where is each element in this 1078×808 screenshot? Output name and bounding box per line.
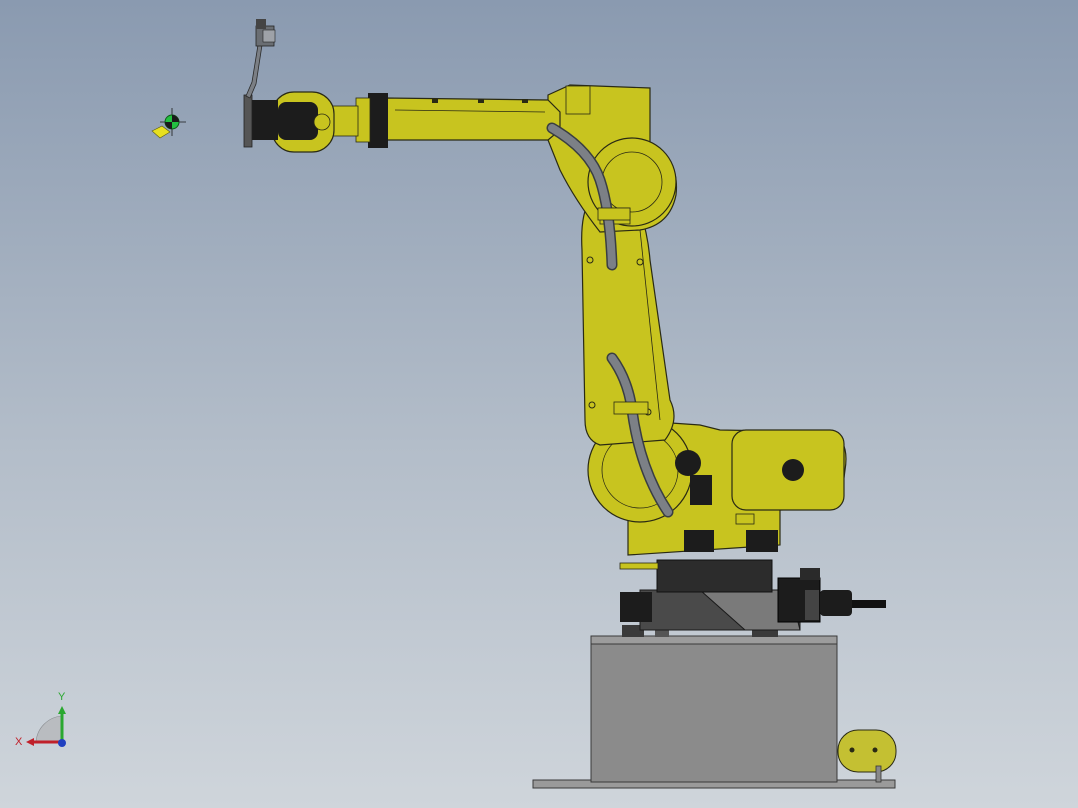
pedestal-block	[590, 639, 838, 783]
pedestal[interactable]	[532, 625, 896, 789]
turret-plate	[619, 562, 659, 570]
turret-label-plate	[735, 513, 755, 525]
cable-clamp-2	[613, 401, 649, 415]
tank-bolt-2	[872, 747, 878, 753]
forearm-vent-1	[432, 99, 438, 103]
cable-clamp-1	[597, 207, 631, 221]
j1-motor-cap	[805, 590, 819, 620]
j1-connector-plug	[852, 600, 886, 608]
origin-marker-icon[interactable]	[151, 108, 186, 139]
triad-y-arrow	[58, 706, 66, 714]
j2-hub	[675, 450, 701, 476]
j4-collar	[368, 93, 388, 148]
air-tank[interactable]	[837, 729, 897, 783]
triad-x-label: X	[15, 736, 23, 748]
wrist-pivot	[313, 113, 331, 131]
turret-block-left	[684, 530, 714, 552]
j1-connector	[820, 590, 852, 616]
tank-body	[837, 729, 897, 773]
triad-y-label: Y	[58, 691, 66, 703]
triad-plane	[35, 715, 63, 743]
tank-bolt-1	[849, 747, 855, 753]
base-left-block	[620, 592, 652, 622]
wrist[interactable]	[243, 91, 335, 153]
cad-viewport[interactable]: X Y	[0, 0, 1078, 808]
j1-motor-top	[800, 568, 820, 580]
forearm-body	[384, 97, 561, 141]
wrist-core	[278, 102, 318, 140]
end-effector[interactable]	[245, 19, 276, 99]
robot-base[interactable]	[619, 559, 886, 631]
forearm[interactable]	[329, 93, 561, 148]
pedestal-top-ledge	[590, 635, 838, 645]
gripper-mount	[256, 19, 266, 29]
triad-x-arrow	[26, 738, 34, 746]
gripper-jaw	[262, 29, 276, 43]
j2-bracket	[690, 475, 712, 505]
tool-plate	[243, 94, 253, 148]
tool-bracket	[245, 44, 263, 99]
j6-flange	[250, 100, 278, 140]
j2-motor-port	[782, 459, 804, 481]
robot-scene[interactable]: X Y	[0, 0, 1078, 808]
forearm-vent-2	[478, 99, 484, 103]
forearm-vent-3	[522, 99, 528, 103]
triad-z-axis	[58, 739, 66, 747]
tank-foot	[875, 765, 882, 783]
j3-motor	[565, 85, 591, 115]
coordinate-triad-icon[interactable]: X Y	[15, 691, 66, 748]
base-upper-ring	[656, 559, 773, 593]
turret-block-right	[746, 530, 778, 552]
